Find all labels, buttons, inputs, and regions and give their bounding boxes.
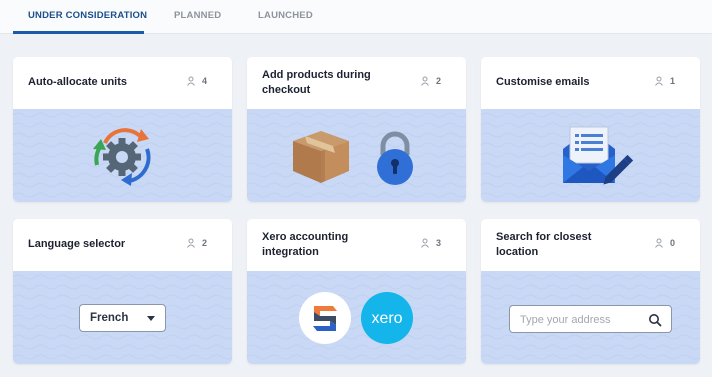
vote-count: 0 [654,238,675,248]
xero-logo-icon: xero [361,292,413,344]
vote-number: 0 [669,238,675,248]
feature-card-auto-allocate[interactable]: Auto-allocate units 4 [13,57,232,202]
card-illustration-area [481,271,700,364]
tab-launched[interactable]: LAUNCHED [258,10,313,21]
card-illustration-area: xero [247,271,466,364]
box-icon [293,131,349,183]
card-title: Search for closest location [496,231,592,258]
vote-number: 2 [435,76,441,86]
search-icon[interactable] [648,313,662,327]
address-search-input[interactable] [520,312,640,328]
feature-card-add-products[interactable]: Add products during checkout 2 [247,57,466,202]
vote-number: 2 [201,238,207,248]
card-title: Auto-allocate units [28,76,128,88]
language-dropdown[interactable]: French [79,304,166,332]
vote-count: 2 [186,238,207,248]
feature-card-customise-emails[interactable]: Customise emails 1 [481,57,700,202]
vote-number: 1 [669,76,675,86]
card-illustration-area: French [13,271,232,364]
vote-count: 4 [186,76,207,86]
tab-under-consideration[interactable]: UNDER CONSIDERATION [28,10,147,21]
background-pattern [247,271,466,364]
s-logo-icon [299,292,351,344]
background-pattern [247,109,466,202]
address-search-box[interactable] [509,305,672,333]
vote-count: 3 [420,238,441,248]
dropdown-value: French [90,312,129,324]
active-tab-indicator [13,31,144,34]
gear-sync-icon [93,128,151,186]
vote-count: 1 [654,76,675,86]
person-icon [187,76,195,86]
card-title: Customise emails [496,76,590,88]
person-icon [187,238,195,248]
xero-logo-text: xero [371,310,402,327]
person-icon [421,76,429,86]
vote-number: 4 [201,76,207,86]
card-title: Add products during checkout [262,69,371,96]
person-icon [655,238,663,248]
vote-number: 3 [435,238,441,248]
card-illustration-area [13,109,232,202]
caret-down-icon [147,316,155,321]
card-illustration-area [247,109,466,202]
feature-card-search-location[interactable]: Search for closest location 0 [481,219,700,364]
card-title: Xero accounting integration [262,231,349,258]
vote-count: 2 [420,76,441,86]
person-icon [421,238,429,248]
email-edit-icon [563,126,634,185]
padlock-icon [377,131,413,185]
tab-planned[interactable]: PLANNED [174,10,221,21]
feature-card-language-selector[interactable]: Language selector 2 French [13,219,232,364]
card-illustration-area [481,109,700,202]
feature-card-xero-integration[interactable]: Xero accounting integration 3 xero [247,219,466,364]
card-title: Language selector [28,238,126,250]
person-icon [655,76,663,86]
tab-bar: UNDER CONSIDERATION PLANNED LAUNCHED [0,0,712,34]
